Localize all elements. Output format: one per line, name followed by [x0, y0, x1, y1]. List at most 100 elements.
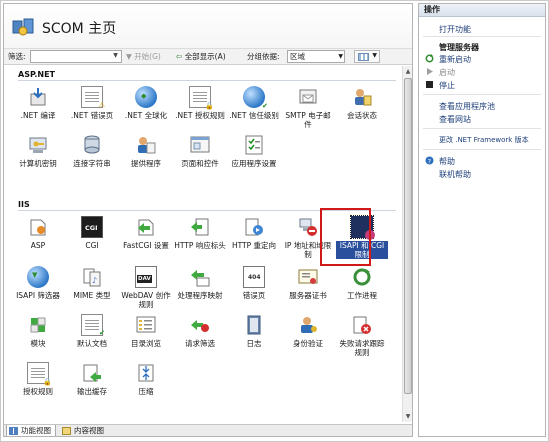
change-net-version-link[interactable]: 更改 .NET Framework 版本 — [439, 135, 529, 145]
view-tiles-icon — [358, 53, 369, 61]
feature-authentication[interactable]: 身份验证 — [282, 314, 334, 348]
feature-failed-request-tracing[interactable]: 失败请求跟踪规则 — [336, 314, 388, 357]
logging-icon — [243, 314, 265, 336]
feature-label: 会话状态 — [347, 111, 377, 120]
section-title-iis: IIS — [18, 200, 30, 209]
feature-label: 压缩 — [138, 387, 154, 396]
feature-worker-processes[interactable]: 工作进程 — [336, 266, 388, 300]
feature-handler-mappings[interactable]: 处理程序映射 — [174, 266, 226, 300]
feature-label: .NET 授权规则 — [175, 111, 225, 120]
feature-server-certificates[interactable]: 服务器证书 — [282, 266, 334, 300]
start-icon — [427, 68, 433, 75]
view-tabs: 功能视图 内容视图 — [4, 424, 412, 436]
feature-webdav-authoring-rules[interactable]: DAV WebDAV 创作规则 — [120, 266, 172, 309]
feature-default-document[interactable]: ✔ 默认文档 — [66, 314, 118, 348]
feature-label: .NET 信任级别 — [229, 111, 279, 120]
feature-net-error-pages[interactable]: ⚠ .NET 错误页 — [66, 86, 118, 120]
actions-title: 操作 — [419, 4, 545, 17]
feature-label: .NET 编译 — [20, 111, 56, 120]
feature-label: .NET 全球化 — [124, 111, 168, 120]
tab-content-view[interactable]: 内容视图 — [60, 425, 110, 436]
feature-label: 失败请求跟踪规则 — [339, 339, 385, 357]
group-by-value: 区域 — [290, 52, 305, 61]
output-caching-icon — [81, 362, 103, 384]
go-button[interactable]: ▼ 开始(G) — [126, 51, 161, 62]
asp-icon — [27, 216, 49, 238]
feature-modules[interactable]: 模块 — [12, 314, 64, 348]
directory-browsing-icon — [135, 314, 157, 336]
stop-link[interactable]: 停止 — [439, 80, 455, 91]
ip-domain-restrictions-icon — [297, 216, 319, 238]
tab-features-view[interactable]: 功能视图 — [6, 425, 56, 436]
chevron-down-icon: ▼ — [372, 52, 377, 59]
feature-machine-key[interactable]: 计算机密钥 — [12, 134, 64, 168]
feature-net-trust-levels[interactable]: ✔ .NET 信任级别 — [228, 86, 280, 120]
view-app-pools-link[interactable]: 查看应用程序池 — [439, 101, 495, 112]
feature-mime-types[interactable]: ♪ MIME 类型 — [66, 266, 118, 300]
view-toggle-button[interactable]: ▼ — [354, 50, 380, 63]
feature-label: 默认文档 — [77, 339, 107, 348]
server-certificates-icon — [297, 266, 319, 288]
error-pages-icon: 404 — [243, 266, 265, 288]
worker-processes-icon — [351, 266, 373, 288]
feature-label: ASP — [30, 241, 46, 250]
feature-session-state[interactable]: 会话状态 — [336, 86, 388, 120]
feature-label: 输出缓存 — [77, 387, 107, 396]
content-view-icon — [62, 427, 71, 435]
feature-label: HTTP 响应标头 — [174, 241, 226, 250]
feature-pages-controls[interactable]: 页面和控件 — [174, 134, 226, 168]
providers-icon — [135, 134, 157, 156]
features-view-icon — [9, 427, 18, 435]
failed-request-tracing-icon — [351, 314, 373, 336]
feature-smtp-email[interactable]: SMTP 电子邮件 — [282, 86, 334, 129]
feature-label: MIME 类型 — [73, 291, 111, 300]
manage-server-heading: 管理服务器 — [439, 43, 479, 52]
vertical-scrollbar[interactable]: ▲ ▼ — [402, 66, 412, 422]
open-feature-link[interactable]: 打开功能 — [439, 24, 471, 35]
feature-isapi-filters[interactable]: ▼ ISAPI 筛选器 — [12, 266, 64, 300]
chevron-down-icon[interactable]: ▼ — [111, 52, 120, 62]
scrollbar-thumb[interactable] — [404, 78, 412, 394]
feature-asp[interactable]: ASP — [12, 216, 64, 250]
feature-application-settings[interactable]: 应用程序设置 — [228, 134, 280, 168]
feature-net-compile[interactable]: .NET 编译 — [12, 86, 64, 120]
restart-link[interactable]: 重新启动 — [439, 54, 471, 65]
show-all-button[interactable]: ⇦ 全部显示(A) — [176, 51, 226, 62]
scroll-down-icon[interactable]: ▼ — [403, 411, 412, 422]
net-error-pages-icon: ⚠ — [81, 86, 105, 109]
filter-input[interactable]: ▼ — [30, 50, 122, 63]
feature-error-pages[interactable]: 404 错误页 — [228, 266, 280, 300]
feature-label: .NET 错误页 — [70, 111, 114, 120]
feature-label: FastCGI 设置 — [123, 241, 169, 250]
feature-label: 应用程序设置 — [231, 159, 277, 168]
feature-net-globalization[interactable]: ◆ .NET 全球化 — [120, 86, 172, 120]
feature-output-caching[interactable]: 输出缓存 — [66, 362, 118, 396]
help-link[interactable]: 帮助 — [439, 156, 455, 167]
feature-providers[interactable]: 提供程序 — [120, 134, 172, 168]
feature-fastcgi-settings[interactable]: FastCGI 设置 — [120, 216, 172, 250]
http-response-headers-icon — [189, 216, 211, 238]
feature-label: 请求筛选 — [185, 339, 215, 348]
handler-mappings-icon — [189, 266, 211, 288]
group-by-select[interactable]: 区域 ▼ — [287, 50, 345, 63]
start-link[interactable]: 启动 — [439, 67, 455, 78]
view-sites-link[interactable]: 查看网站 — [439, 114, 471, 125]
divider — [423, 36, 541, 37]
feature-connection-strings[interactable]: 连接字符串 — [66, 134, 118, 168]
feature-logging[interactable]: 日志 — [228, 314, 280, 348]
feature-request-filtering[interactable]: 请求筛选 — [174, 314, 226, 348]
feature-compression[interactable]: 压缩 — [120, 362, 172, 396]
feature-http-response-headers[interactable]: HTTP 响应标头 — [174, 216, 226, 250]
feature-http-redirect[interactable]: HTTP 重定向 — [228, 216, 280, 250]
scroll-up-icon[interactable]: ▲ — [403, 66, 412, 77]
feature-label: 工作进程 — [347, 291, 377, 300]
pages-controls-icon — [189, 134, 211, 156]
feature-net-authorization-rules[interactable]: 🔒 .NET 授权规则 — [174, 86, 226, 120]
feature-authorization-rules[interactable]: 🔒 授权规则 — [12, 362, 64, 396]
http-redirect-icon — [243, 216, 265, 238]
feature-directory-browsing[interactable]: 目录浏览 — [120, 314, 172, 348]
feature-cgi[interactable]: CGI CGI — [66, 216, 118, 250]
session-state-icon — [351, 86, 373, 108]
divider — [423, 149, 541, 150]
online-help-link[interactable]: 联机帮助 — [439, 169, 471, 180]
